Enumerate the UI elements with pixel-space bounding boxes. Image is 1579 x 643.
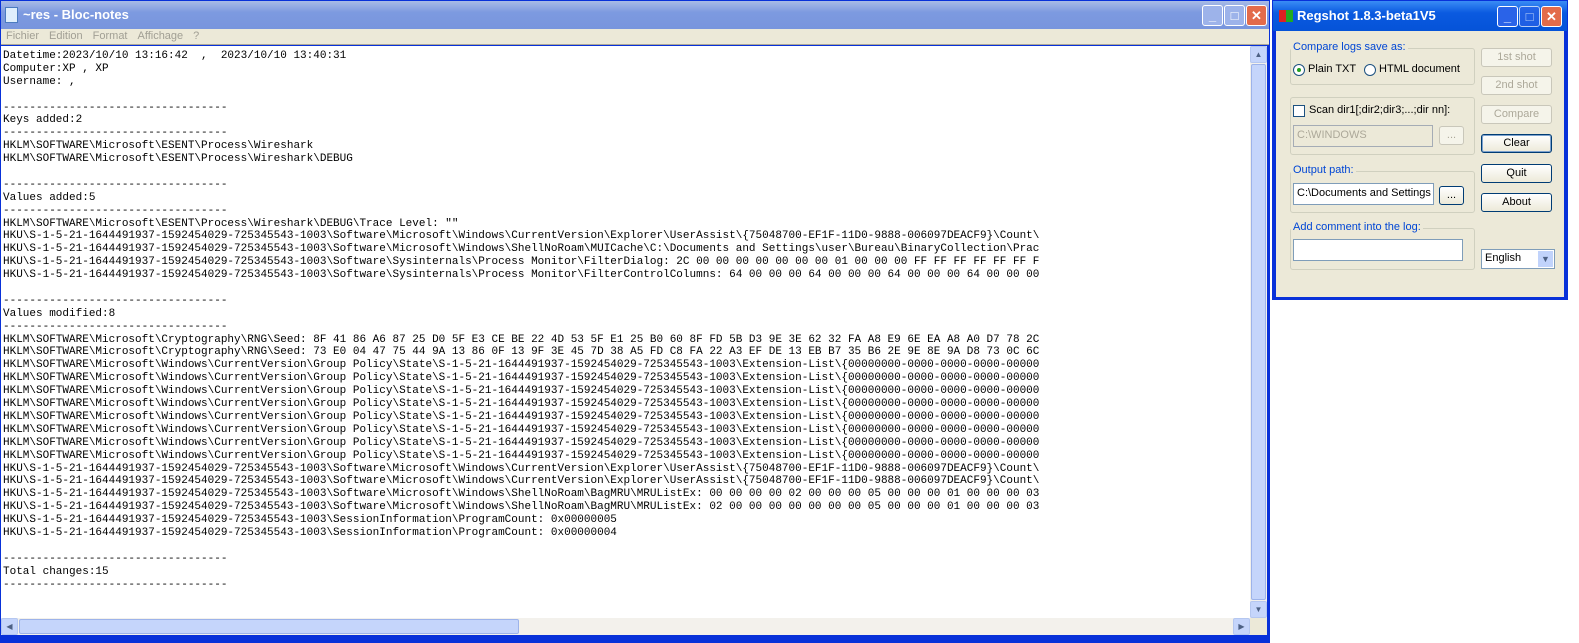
text-line: Values added:5 xyxy=(3,191,96,204)
text-line xyxy=(3,89,1250,102)
text-line: ---------------------------------- xyxy=(3,578,228,591)
text-line: HKLM\SOFTWARE\Microsoft\Cryptography\RNG… xyxy=(3,346,1040,359)
text-line: HKLM\SOFTWARE\Microsoft\Windows\CurrentV… xyxy=(3,359,1040,372)
text-line: HKU\S-1-5-21-1644491937-1592454029-72534… xyxy=(3,526,617,539)
second-shot-button[interactable]: 2nd shot xyxy=(1481,76,1552,95)
scan-dir-checkbox[interactable] xyxy=(1293,105,1305,117)
text-line: HKLM\SOFTWARE\Microsoft\Windows\CurrentV… xyxy=(3,398,1040,411)
menu-edition[interactable]: Edition xyxy=(49,30,83,42)
scroll-left-icon[interactable]: ◀ xyxy=(1,618,18,635)
text-line: ---------------------------------- xyxy=(3,101,228,114)
regshot-minimize-button[interactable]: _ xyxy=(1497,6,1518,27)
scan-dir-label[interactable]: Scan dir1[;dir2;dir3;...;dir nn]: xyxy=(1309,104,1450,116)
text-line: Datetime:2023/10/10 13:16:42 , 2023/10/1… xyxy=(3,50,347,62)
comment-input[interactable] xyxy=(1293,239,1463,261)
text-line: ---------------------------------- xyxy=(3,552,228,565)
text-line: HKLM\SOFTWARE\Microsoft\Windows\CurrentV… xyxy=(3,372,1040,385)
regshot-icon xyxy=(1279,10,1293,22)
text-line: ---------------------------------- xyxy=(3,127,228,140)
minimize-button[interactable]: _ xyxy=(1202,5,1223,26)
menu-help[interactable]: ? xyxy=(193,30,199,42)
html-document-label[interactable]: HTML document xyxy=(1379,63,1460,75)
text-line: HKU\S-1-5-21-1644491937-1592454029-72534… xyxy=(3,462,1040,475)
scan-dir-browse-button[interactable]: ... xyxy=(1439,126,1464,145)
text-line: HKU\S-1-5-21-1644491937-1592454029-72534… xyxy=(3,269,1040,282)
scroll-up-icon[interactable]: ▲ xyxy=(1250,46,1267,63)
output-group-label: Output path: xyxy=(1291,164,1356,176)
text-line: HKLM\SOFTWARE\Microsoft\Windows\CurrentV… xyxy=(3,449,1040,462)
text-line: HKLM\SOFTWARE\Microsoft\Windows\CurrentV… xyxy=(3,436,1040,449)
text-editor[interactable]: Datetime:2023/10/10 13:16:42 , 2023/10/1… xyxy=(1,46,1250,618)
compare-button[interactable]: Compare xyxy=(1481,105,1552,124)
text-line: ---------------------------------- xyxy=(3,320,228,333)
chevron-down-icon[interactable]: ▼ xyxy=(1538,251,1553,267)
maximize-button[interactable]: □ xyxy=(1224,5,1245,26)
compare-group-label: Compare logs save as: xyxy=(1291,41,1408,53)
text-line: HKLM\SOFTWARE\Microsoft\Windows\CurrentV… xyxy=(3,423,1040,436)
plain-txt-label[interactable]: Plain TXT xyxy=(1308,63,1356,75)
regshot-body: Compare logs save as: Plain TXT HTML doc… xyxy=(1276,31,1564,297)
text-line xyxy=(3,282,1250,295)
language-value: English xyxy=(1485,252,1522,264)
text-line: Keys added:2 xyxy=(3,114,83,127)
notepad-title-bar[interactable]: ~res - Bloc-notes _ □ ✕ xyxy=(1,1,1269,29)
notepad-window: ~res - Bloc-notes _ □ ✕ Fichier Edition Fo… xyxy=(0,0,1270,643)
menu-format[interactable]: Format xyxy=(93,30,128,42)
about-button[interactable]: About xyxy=(1481,193,1552,212)
comment-group-label: Add comment into the log: xyxy=(1291,221,1423,233)
text-line: Values modified:8 xyxy=(3,307,116,320)
text-line: Username: , xyxy=(3,75,76,88)
output-browse-button[interactable]: ... xyxy=(1439,186,1464,205)
first-shot-button[interactable]: 1st shot xyxy=(1481,48,1552,67)
text-line: ---------------------------------- xyxy=(3,178,228,191)
scan-dir-input[interactable]: C:\WINDOWS xyxy=(1293,125,1433,147)
quit-button[interactable]: Quit xyxy=(1481,164,1552,183)
window-title: ~res - Bloc-notes xyxy=(23,7,129,22)
text-line: HKLM\SOFTWARE\Microsoft\Cryptography\RNG… xyxy=(3,333,1040,346)
close-button[interactable]: ✕ xyxy=(1246,5,1267,26)
text-line: HKU\S-1-5-21-1644491937-1592454029-72534… xyxy=(3,230,1040,243)
regshot-maximize-button[interactable]: □ xyxy=(1519,6,1540,27)
menu-fichier[interactable]: Fichier xyxy=(6,30,39,42)
text-line xyxy=(3,166,1250,179)
text-line: HKLM\SOFTWARE\Microsoft\ESENT\Process\Wi… xyxy=(3,140,314,153)
regshot-title-bar[interactable]: Regshot 1.8.3-beta1V5 _ □ ✕ xyxy=(1273,1,1567,31)
text-line: HKLM\SOFTWARE\Microsoft\Windows\CurrentV… xyxy=(3,385,1040,398)
text-line: ---------------------------------- xyxy=(3,294,228,307)
text-line xyxy=(3,540,1250,553)
clear-button[interactable]: Clear xyxy=(1481,134,1552,153)
horizontal-scrollbar[interactable]: ◀ ▶ xyxy=(1,618,1250,635)
menu-bar: Fichier Edition Format Affichage? xyxy=(1,29,1269,45)
menu-affichage[interactable]: Affichage xyxy=(138,30,184,42)
text-line: Total changes:15 xyxy=(3,565,109,578)
vertical-scrollbar[interactable]: ▲ ▼ xyxy=(1250,46,1267,618)
text-line: HKLM\SOFTWARE\Microsoft\Windows\CurrentV… xyxy=(3,410,1040,423)
text-line: Computer:XP , XP xyxy=(3,62,109,75)
regshot-close-button[interactable]: ✕ xyxy=(1541,6,1562,27)
text-line: HKU\S-1-5-21-1644491937-1592454029-72534… xyxy=(3,501,1040,514)
text-line: HKLM\SOFTWARE\Microsoft\ESENT\Process\Wi… xyxy=(3,153,353,166)
text-line: HKU\S-1-5-21-1644491937-1592454029-72534… xyxy=(3,488,1040,501)
text-line: HKU\S-1-5-21-1644491937-1592454029-72534… xyxy=(3,256,1040,269)
text-line: HKU\S-1-5-21-1644491937-1592454029-72534… xyxy=(3,475,1040,488)
vertical-scroll-thumb[interactable] xyxy=(1251,64,1266,600)
scroll-right-icon[interactable]: ▶ xyxy=(1233,618,1250,635)
horizontal-scroll-thumb[interactable] xyxy=(19,619,519,634)
regshot-window: Regshot 1.8.3-beta1V5 _ □ ✕ Compare logs… xyxy=(1272,0,1568,300)
text-line: HKLM\SOFTWARE\Microsoft\ESENT\Process\Wi… xyxy=(3,217,459,230)
scroll-down-icon[interactable]: ▼ xyxy=(1250,601,1267,618)
html-document-radio[interactable] xyxy=(1364,64,1376,76)
text-line: HKU\S-1-5-21-1644491937-1592454029-72534… xyxy=(3,514,617,527)
language-select[interactable]: English ▼ xyxy=(1481,249,1555,269)
regshot-title: Regshot 1.8.3-beta1V5 xyxy=(1297,8,1436,23)
plain-txt-radio[interactable] xyxy=(1293,64,1305,76)
resize-grip[interactable] xyxy=(1250,618,1267,635)
output-path-input[interactable]: C:\Documents and Settings xyxy=(1293,183,1434,205)
text-line: HKU\S-1-5-21-1644491937-1592454029-72534… xyxy=(3,243,1040,256)
text-line: ---------------------------------- xyxy=(3,204,228,217)
notepad-icon xyxy=(5,7,18,23)
